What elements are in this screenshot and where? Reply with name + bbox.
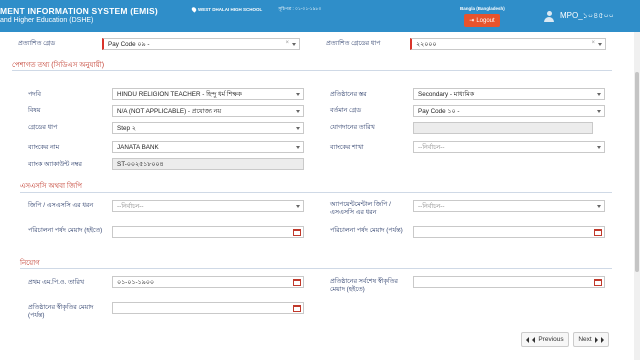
logout-label: Logout xyxy=(476,17,495,24)
user-menu[interactable]: MPO_১০৪৫০০ xyxy=(544,10,614,23)
designation-select[interactable]: HINDU RELIGION TEACHER - হিন্দু ধর্ম শিক… xyxy=(112,88,304,100)
recognition-to-label: প্রতিষ্ঠানের স্বীকৃতির মেয়াদ (পর্যন্ত) xyxy=(28,304,94,319)
section-divider xyxy=(20,192,612,193)
language-selector[interactable]: Bangla (Bangladesh) xyxy=(460,6,505,11)
appointment-gp-label: অ্যাপয়েন্টমেন্টাল জিপি / এসএসসি এর ধরন xyxy=(330,201,391,216)
first-mpo-date-input[interactable]: ০১-০১-১৯০০ xyxy=(112,276,304,288)
calendar-icon[interactable] xyxy=(594,229,602,236)
approved-grade-step-select[interactable]: ২২০০০ × xyxy=(410,38,606,50)
chevron-down-icon xyxy=(296,93,300,96)
institution-level-value: Secondary - মাধ্যমিক xyxy=(418,90,475,98)
next-arrow-icon xyxy=(600,336,604,343)
section-divider xyxy=(20,268,612,269)
chevron-down-icon xyxy=(296,127,300,130)
gp-type-label: জিপি / এসএসসি এর ধরন xyxy=(28,202,94,209)
calendar-icon[interactable] xyxy=(293,305,301,312)
chevron-down-icon xyxy=(597,205,601,208)
next-arrow-icon xyxy=(594,336,598,343)
join-date-label: যোগদানের তারিখ xyxy=(330,124,375,131)
bank-name-select[interactable]: JANATA BANK xyxy=(112,141,304,153)
system-title: MENT INFORMATION SYSTEM (EMIS) xyxy=(0,6,158,16)
grade-step-value: Step ২ xyxy=(117,124,136,132)
gp-type-select[interactable]: --নির্বাচন-- xyxy=(112,200,304,212)
appointment-gp-value: --নির্বাচন-- xyxy=(418,202,445,210)
current-grade-value: Pay Code ১০ - xyxy=(418,107,460,115)
top-header: MENT INFORMATION SYSTEM (EMIS) and Highe… xyxy=(0,0,640,32)
logout-button[interactable]: ⇥ Logout xyxy=(464,14,500,27)
chevron-down-icon xyxy=(292,43,296,46)
account-number-field: ST-০০২৫১৮০০৪ xyxy=(112,158,304,170)
institution-level-label: প্রতিষ্ঠানের স্তর xyxy=(330,91,367,98)
current-grade-label: বর্তমান গ্রেড xyxy=(330,107,361,114)
chevron-down-icon xyxy=(597,110,601,113)
previous-arrow-icon xyxy=(532,336,536,343)
probation-to-label: পরিচালনা পর্ষদ মেয়াদ (পর্যন্ত) xyxy=(330,227,403,234)
designation-label: পদবি xyxy=(28,91,41,98)
calendar-icon[interactable] xyxy=(293,229,301,236)
probation-from-date-input[interactable] xyxy=(112,226,304,238)
bank-branch-select[interactable]: --নির্বাচন-- xyxy=(413,141,605,153)
chevron-down-icon xyxy=(598,43,602,46)
recognition-from-label: প্রতিষ্ঠানের সর্বশেষ স্বীকৃতির মেয়াদ (হ… xyxy=(330,278,398,293)
account-number-label: ব্যাংক অ্যাকাউন্ট নম্বর xyxy=(28,161,82,168)
approved-grade-step-label: প্রত্যাশিত গ্রেডের ধাপ xyxy=(326,40,381,47)
bank-branch-label: ব্যাংকের শাখা xyxy=(330,144,364,151)
clear-icon[interactable]: × xyxy=(591,40,595,46)
calendar-icon[interactable] xyxy=(293,279,301,286)
previous-button[interactable]: Previous xyxy=(521,332,569,347)
institution-level-select[interactable]: Secondary - মাধ্যমিক xyxy=(413,88,605,100)
header-date: সূচিপত্র : ০১-০১-১৯৮০ xyxy=(278,6,322,11)
school-name: WEST DHALAI HIGH SCHOOL xyxy=(198,7,263,12)
approved-grade-select[interactable]: Pay Code ০৯ - × xyxy=(102,38,300,50)
chevron-down-icon xyxy=(296,146,300,149)
vertical-scrollbar[interactable] xyxy=(634,32,640,360)
account-number-value: ST-০০২৫১৮০০৪ xyxy=(117,160,164,168)
section-title-ssc: এসএসসি অথবা জিপি xyxy=(20,183,82,190)
scrollbar-thumb[interactable] xyxy=(635,72,639,272)
chevron-down-icon xyxy=(597,93,601,96)
subject-value: N/A (NOT APPLICABLE) - প্রযোজ্য নয় xyxy=(117,107,222,115)
join-date-field xyxy=(413,122,593,134)
probation-to-date-input[interactable] xyxy=(413,226,605,238)
appointment-gp-select[interactable]: --নির্বাচন-- xyxy=(413,200,605,212)
bank-branch-value: --নির্বাচন-- xyxy=(418,143,445,151)
grade-step-label: গ্রেডের ধাপ xyxy=(28,124,58,131)
clear-icon[interactable]: × xyxy=(285,40,289,46)
bank-name-label: ব্যাংকের নাম xyxy=(28,144,60,151)
first-mpo-date-label: প্রথম এম.পি.ও. তারিখ xyxy=(28,279,84,286)
next-button[interactable]: Next xyxy=(573,332,609,347)
recognition-to-date-input[interactable] xyxy=(112,302,304,314)
next-label: Next xyxy=(578,336,592,343)
user-name: MPO_১০৪৫০০ xyxy=(560,11,614,20)
school-info: WEST DHALAI HIGH SCHOOL সূচিপত্র : ০১-০১… xyxy=(190,6,322,13)
bank-name-value: JANATA BANK xyxy=(117,143,159,151)
current-grade-select[interactable]: Pay Code ১০ - xyxy=(413,105,605,117)
location-pin-icon xyxy=(190,6,198,13)
system-subtitle: and Higher Education (DSHE) xyxy=(0,17,94,24)
section-divider xyxy=(12,70,612,71)
approved-grade-step-value: ২২০০০ xyxy=(416,40,437,48)
previous-arrow-icon xyxy=(526,336,530,343)
gp-type-value: --নির্বাচন-- xyxy=(117,202,144,210)
probation-from-label: পরিচালনা পর্ষদ মেয়াদ (হইতে) xyxy=(28,227,103,234)
approved-grade-value: Pay Code ০৯ - xyxy=(108,40,150,48)
grade-step-select[interactable]: Step ২ xyxy=(112,122,304,134)
logout-icon: ⇥ xyxy=(469,18,475,24)
chevron-down-icon xyxy=(296,205,300,208)
calendar-icon[interactable] xyxy=(594,279,602,286)
first-mpo-date-value: ০১-০১-১৯০০ xyxy=(117,278,154,286)
chevron-down-icon xyxy=(597,146,601,149)
approved-grade-label: প্রত্যাশিত গ্রেড xyxy=(18,40,55,47)
designation-value: HINDU RELIGION TEACHER - হিন্দু ধর্ম শিক… xyxy=(117,90,242,98)
subject-label: বিষয় xyxy=(28,107,41,114)
previous-label: Previous xyxy=(538,336,564,343)
recognition-from-date-input[interactable] xyxy=(413,276,605,288)
chevron-down-icon xyxy=(296,110,300,113)
subject-select[interactable]: N/A (NOT APPLICABLE) - প্রযোজ্য নয় xyxy=(112,105,304,117)
user-avatar-icon xyxy=(544,11,554,22)
